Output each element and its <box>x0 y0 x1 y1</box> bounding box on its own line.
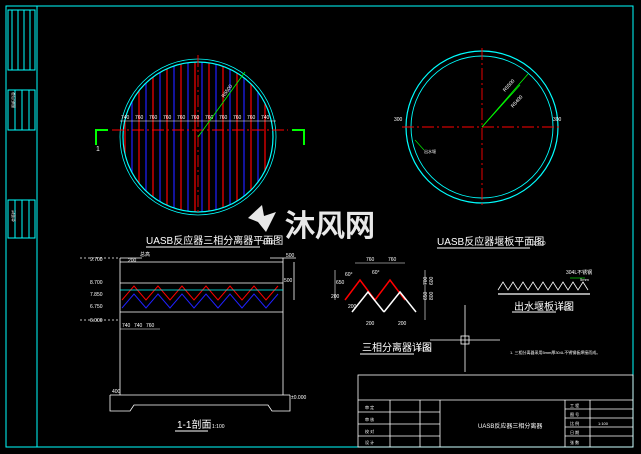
bottom-spacing-label: 760 <box>146 323 155 329</box>
strip-label: 图纸目录 <box>10 92 16 108</box>
section-top-label: 200 <box>128 258 137 264</box>
section-mark-label: 1 <box>96 146 100 153</box>
spacing-label: 760 <box>233 115 242 121</box>
title-block-label: 张 数 <box>570 439 579 445</box>
caption-plan-weir: UASB反应器堰板平面图 <box>437 235 544 248</box>
section-mark-left <box>95 129 108 145</box>
caption-scale: 1:100 <box>533 241 546 247</box>
elevation-label: 9.700 <box>90 257 103 263</box>
detail-bottom-label: 200 <box>366 321 375 327</box>
weir-detail <box>497 277 590 295</box>
detail-right-label: 600 <box>429 276 435 285</box>
spacing-label: 760 <box>219 115 228 121</box>
drawing-title: UASB反应器三相分离器 <box>478 422 542 430</box>
detail-top-label: 760 <box>366 257 375 263</box>
watermark-logo <box>248 205 276 232</box>
title-block-label: 审 核 <box>365 416 374 422</box>
detail-left-label: 200 <box>331 294 340 300</box>
elevation-label: 6.000 <box>90 318 103 324</box>
spacing-label: 760 <box>163 115 172 121</box>
title-block-label: 图 号 <box>570 411 579 417</box>
detail-bottom-label: 200 <box>398 321 407 327</box>
spacing-label: 740 <box>261 115 270 121</box>
detail-top-label: 760 <box>388 257 397 263</box>
detail-right-label: 800 <box>429 291 435 300</box>
spacing-label: 760 <box>191 115 200 121</box>
cad-crosshair <box>430 305 500 372</box>
spacing-label: 760 <box>135 115 144 121</box>
spacing-label: 760 <box>149 115 158 121</box>
spacing-label: 740 <box>121 115 130 121</box>
title-block <box>357 374 634 448</box>
cad-drawing: 图纸目录 会签栏 740 760 760 760 760 760 760 760… <box>5 5 634 448</box>
title-block-label: 日 期 <box>570 429 579 435</box>
bottom-spacing-label: 740 <box>134 323 143 329</box>
caption-section: 1-1剖面 <box>177 418 211 431</box>
caption-scale: 1:100 <box>212 424 225 430</box>
caption-scale: 1:100 <box>262 240 275 246</box>
title-block-label: 比 例 <box>570 420 579 426</box>
weir-detail-sub-label: 5mm <box>580 277 590 282</box>
notes-text: 1. 三相分离器采用5mm厚304L不锈钢板焊接而成。 <box>510 349 600 355</box>
section-dim-label: 500 <box>284 278 293 284</box>
plan-three-phase-separator: 740 760 760 760 760 760 760 760 760 760 … <box>95 55 305 216</box>
detail-angle-label: 60° <box>372 270 380 276</box>
plan-weir-plate: R5500 R5400 300 300 出水堰 <box>394 48 562 205</box>
section-separator-profile <box>120 285 283 309</box>
weir-left-label: 300 <box>394 117 403 123</box>
spacing-label: 760 <box>205 115 214 121</box>
section-mark-right <box>292 129 305 145</box>
section-right-label: 500 <box>286 253 295 259</box>
spacing-label: 760 <box>177 115 186 121</box>
weir-note: 出水堰 <box>424 148 436 154</box>
title-block-label: 设 计 <box>365 439 374 445</box>
section-right-bottom: ±0.000 <box>291 395 306 401</box>
radius-label: R5400 <box>510 94 524 109</box>
strip-label: 会签栏 <box>10 210 16 222</box>
elevation-label: 8.700 <box>90 280 103 286</box>
spacing-label: 760 <box>247 115 256 121</box>
watermark-text: 沐风网 <box>285 210 375 243</box>
section-right-top-label: 总高 <box>140 251 150 258</box>
bottom-spacing-label: 740 <box>122 323 131 329</box>
section-left-bottom: 400 <box>112 389 121 395</box>
title-block-label: 校 对 <box>365 428 374 434</box>
weir-right-label: 300 <box>553 117 562 123</box>
detail-left-label: 200 <box>348 304 357 310</box>
detail-angle-label: 60° <box>345 272 353 278</box>
weir-detail-top-label: 304L不锈钢 <box>566 269 592 276</box>
detail-left-label: 650 <box>336 280 345 286</box>
title-block-label: 审 定 <box>365 404 374 410</box>
title-block-label: 工 程 <box>570 402 579 408</box>
elevation-label: 7.850 <box>90 292 103 298</box>
elevation-label: 6.750 <box>90 304 103 310</box>
title-block-value: 1:100 <box>598 421 609 426</box>
caption-scale: 1:100 <box>559 306 572 312</box>
caption-scale: 1:100 <box>418 347 431 353</box>
